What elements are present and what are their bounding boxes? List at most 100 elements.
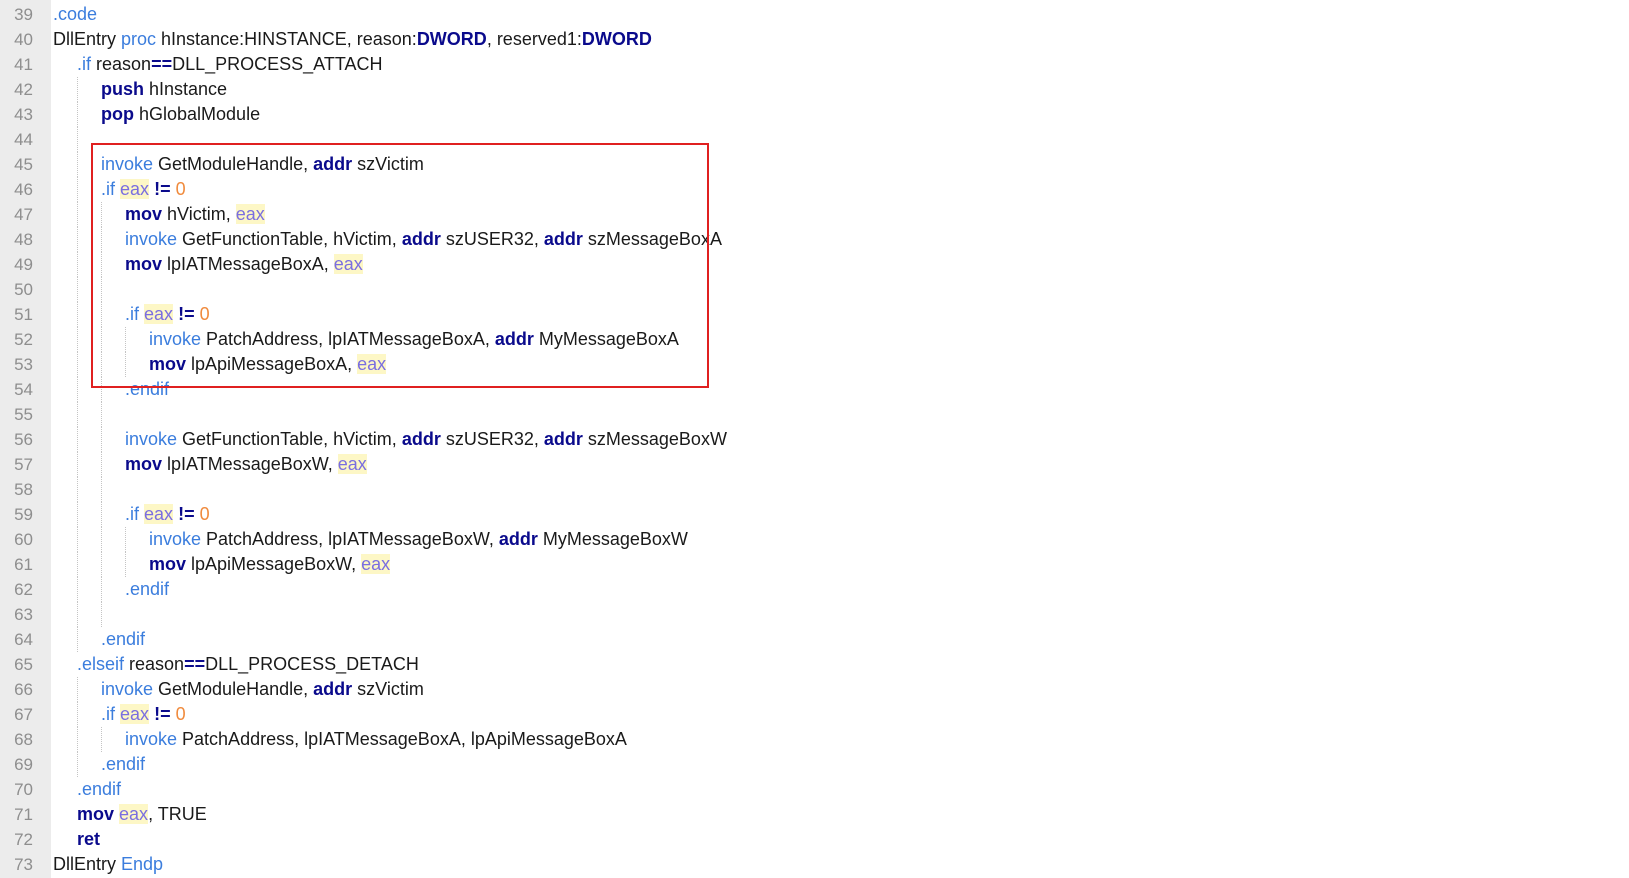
- indent-guide: [101, 477, 125, 502]
- code-line[interactable]: 54 .endif: [0, 377, 1629, 402]
- code-line[interactable]: 44: [0, 127, 1629, 152]
- code-text: DllEntry Endp: [53, 852, 163, 877]
- indent-guide: [77, 427, 101, 452]
- line-number: 63: [14, 605, 33, 624]
- indent-guide: [53, 652, 77, 677]
- code-line[interactable]: 40 DllEntry proc hInstance:HINSTANCE, rea…: [0, 27, 1629, 52]
- directive-token: .if: [77, 54, 92, 74]
- indent-guide: [53, 227, 77, 252]
- indent-guide: [77, 227, 101, 252]
- indent-guide: [53, 377, 77, 402]
- text-token: , reserved1:: [486, 29, 582, 49]
- indent-guide: [53, 802, 77, 827]
- code-line[interactable]: 61 mov lpApiMessageBoxW, eax: [0, 552, 1629, 577]
- line-number: 66: [14, 680, 33, 699]
- indent-guide: [53, 177, 77, 202]
- line-number: 65: [14, 655, 33, 674]
- code-line[interactable]: 45 invoke GetModuleHandle, addr szVictim: [0, 152, 1629, 177]
- line-number: 43: [14, 105, 33, 124]
- code-text: .if eax != 0: [53, 702, 186, 727]
- indent-guide: [53, 602, 77, 627]
- text-token: lpApiMessageBoxW,: [186, 554, 362, 574]
- code-line[interactable]: 52 invoke PatchAddress, lpIATMessageBoxA,…: [0, 327, 1629, 352]
- code-line[interactable]: 50: [0, 277, 1629, 302]
- code-line[interactable]: 63: [0, 602, 1629, 627]
- directive-token: .elseif: [77, 654, 125, 674]
- code-line[interactable]: 57 mov lpIATMessageBoxW, eax: [0, 452, 1629, 477]
- keyword-token: mov: [125, 254, 163, 274]
- code-text: .elseif reason==DLL_PROCESS_DETACH: [53, 652, 419, 677]
- keyword-token: addr: [401, 229, 441, 249]
- line-number: 54: [14, 380, 33, 399]
- code-line[interactable]: 65 .elseif reason==DLL_PROCESS_DETACH: [0, 652, 1629, 677]
- line-number: 67: [14, 705, 33, 724]
- code-text: mov eax, TRUE: [53, 802, 207, 827]
- code-line[interactable]: 72 ret: [0, 827, 1629, 852]
- code-line[interactable]: 69 .endif: [0, 752, 1629, 777]
- indent-guide: [53, 277, 77, 302]
- code-line[interactable]: 58: [0, 477, 1629, 502]
- code-line[interactable]: 56 invoke GetFunctionTable, hVictim, addr…: [0, 427, 1629, 452]
- indent-guide: [53, 427, 77, 452]
- code-text: [53, 477, 125, 502]
- code-text: .if eax != 0: [53, 502, 210, 527]
- indent-guide: [101, 527, 125, 552]
- text-token: szUSER32,: [440, 229, 544, 249]
- code-line[interactable]: 41 .if reason==DLL_PROCESS_ATTACH: [0, 52, 1629, 77]
- indent-guide: [77, 452, 101, 477]
- indent-guide: [101, 502, 125, 527]
- indent-guide: [77, 702, 101, 727]
- indent-guide: [53, 752, 77, 777]
- directive-token: .if: [125, 504, 140, 524]
- line-number: 60: [14, 530, 33, 549]
- indent-guide: [101, 327, 125, 352]
- code-line[interactable]: 47 mov hVictim, eax: [0, 202, 1629, 227]
- indent-guide: [77, 252, 101, 277]
- directive-token: proc: [121, 29, 157, 49]
- keyword-token: !=: [178, 304, 195, 324]
- code-line[interactable]: 71 mov eax, TRUE: [0, 802, 1629, 827]
- code-line[interactable]: 55: [0, 402, 1629, 427]
- code-line[interactable]: 53 mov lpApiMessageBoxA, eax: [0, 352, 1629, 377]
- code-line[interactable]: 68 invoke PatchAddress, lpIATMessageBoxA,…: [0, 727, 1629, 752]
- code-line[interactable]: 39 .code: [0, 2, 1629, 27]
- line-number: 49: [14, 255, 33, 274]
- text-token: hInstance:HINSTANCE, reason:: [156, 29, 417, 49]
- code-line[interactable]: 60 invoke PatchAddress, lpIATMessageBoxW,…: [0, 527, 1629, 552]
- code-line[interactable]: 42 push hInstance: [0, 77, 1629, 102]
- keyword-token: addr: [401, 429, 441, 449]
- code-area[interactable]: 39 .code 40 DllEntry proc hInstance:HINSTAN…: [0, 2, 1629, 877]
- code-line[interactable]: 49 mov lpIATMessageBoxA, eax: [0, 252, 1629, 277]
- register-token: eax: [120, 179, 150, 199]
- code-line[interactable]: 67 .if eax != 0: [0, 702, 1629, 727]
- line-number: 40: [14, 30, 33, 49]
- indent-guide: [101, 352, 125, 377]
- indent-guide: [101, 577, 125, 602]
- text-token: GetFunctionTable, hVictim,: [177, 229, 402, 249]
- indent-guide: [101, 277, 125, 302]
- keyword-token: !=: [154, 704, 171, 724]
- text-token: hInstance: [144, 79, 228, 99]
- text-token: GetModuleHandle,: [153, 679, 314, 699]
- indent-guide: [77, 627, 101, 652]
- keyword-token: push: [101, 79, 144, 99]
- code-line[interactable]: 70 .endif: [0, 777, 1629, 802]
- indent-guide: [77, 502, 101, 527]
- keyword-token: pop: [101, 104, 134, 124]
- code-text: mov hVictim, eax: [53, 202, 265, 227]
- indent-guide: [53, 727, 77, 752]
- text-token: PatchAddress, lpIATMessageBoxW,: [201, 529, 499, 549]
- code-line[interactable]: 59 .if eax != 0: [0, 502, 1629, 527]
- code-line[interactable]: 48 invoke GetFunctionTable, hVictim, addr…: [0, 227, 1629, 252]
- code-line[interactable]: 62 .endif: [0, 577, 1629, 602]
- code-line[interactable]: 66 invoke GetModuleHandle, addr szVictim: [0, 677, 1629, 702]
- code-line[interactable]: 73 DllEntry Endp: [0, 852, 1629, 877]
- keyword-token: DWORD: [416, 29, 487, 49]
- code-line[interactable]: 51 .if eax != 0: [0, 302, 1629, 327]
- code-line[interactable]: 64 .endif: [0, 627, 1629, 652]
- line-number: 69: [14, 755, 33, 774]
- code-editor[interactable]: 39 .code 40 DllEntry proc hInstance:HINSTAN…: [0, 0, 1629, 878]
- code-line[interactable]: 43 pop hGlobalModule: [0, 102, 1629, 127]
- indent-guide: [53, 102, 77, 127]
- code-line[interactable]: 46 .if eax != 0: [0, 177, 1629, 202]
